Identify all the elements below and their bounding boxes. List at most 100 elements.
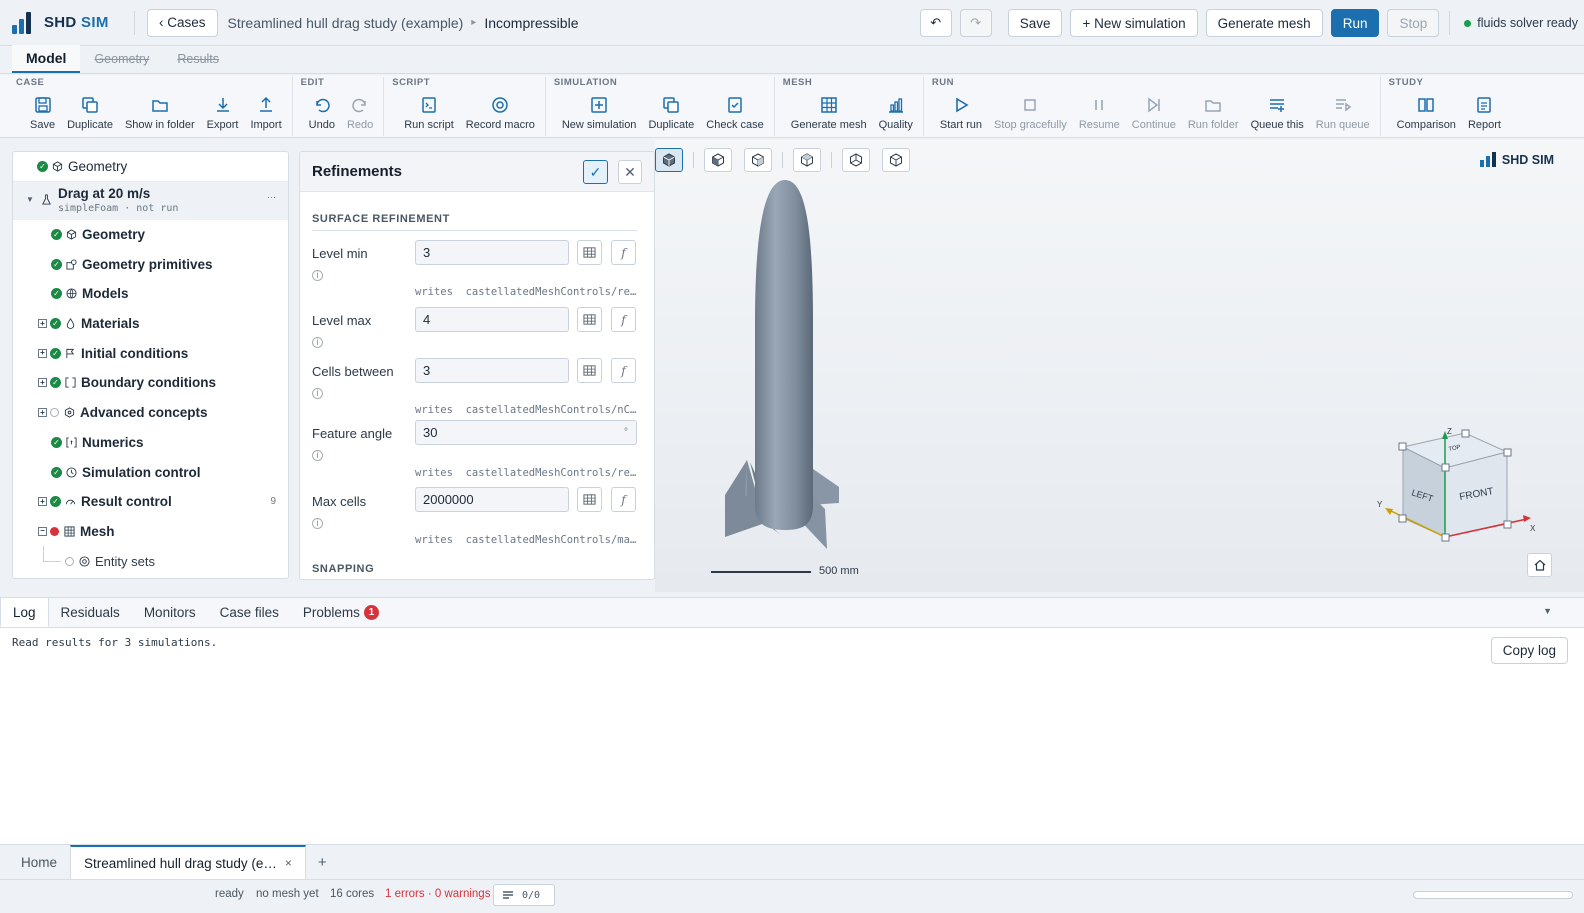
redo-button[interactable]: ↷	[959, 9, 992, 37]
undo-button[interactable]: ↶	[919, 9, 952, 37]
table-icon[interactable]	[577, 240, 602, 265]
feature-angle-input[interactable]: 30 °	[415, 420, 637, 445]
doc-tab-case[interactable]: Streamlined hull drag study (e… ×	[70, 845, 306, 879]
tab-case-files[interactable]: Case files	[208, 597, 291, 627]
stop-button[interactable]: Stop	[1387, 9, 1440, 37]
view-bottom-icon[interactable]	[842, 148, 870, 172]
navigation-cube[interactable]: LEFT FRONT TOP Z X Y	[1375, 425, 1540, 547]
table-icon[interactable]	[577, 358, 602, 383]
ribbon-stop-gracefully[interactable]: Stop gracefully	[988, 81, 1073, 136]
ribbon-redo[interactable]: Redo	[341, 81, 379, 136]
tree-item-entity-sets[interactable]: Entity sets	[13, 546, 288, 576]
tree-item-geometry-primitives[interactable]: ✓ Geometry primitives	[13, 249, 288, 279]
tree-item-simulation[interactable]: ▼ Drag at 20 m/s simpleFoam · not run ··…	[13, 181, 288, 220]
view-top-icon[interactable]	[793, 148, 821, 172]
formula-icon[interactable]: f	[611, 240, 636, 265]
level-min-input[interactable]: 3	[415, 240, 569, 265]
ribbon-comparison[interactable]: Comparison	[1391, 81, 1462, 136]
ribbon-start-run[interactable]: Start run	[934, 81, 988, 136]
max-cells-input[interactable]: 2000000	[415, 487, 569, 512]
tree-item-boundary-conditions[interactable]: + ✓ Boundary conditions	[13, 368, 288, 398]
tree-item-mesh[interactable]: − Mesh	[13, 517, 288, 547]
tree-item-models[interactable]: ✓ Models	[13, 279, 288, 309]
info-icon[interactable]: i	[312, 518, 323, 529]
apply-button[interactable]: ✓	[583, 160, 608, 184]
collapse-icon[interactable]: −	[38, 526, 47, 536]
view-side-icon[interactable]	[744, 148, 772, 172]
tab-geometry[interactable]: Geometry	[80, 45, 163, 73]
info-icon[interactable]: i	[312, 337, 323, 348]
tab-monitors[interactable]: Monitors	[132, 597, 208, 627]
tab-residuals[interactable]: Residuals	[49, 597, 132, 627]
formula-icon[interactable]: f	[611, 487, 636, 512]
status-problems[interactable]: 1 errors · 0 warnings	[385, 888, 490, 900]
expand-icon[interactable]: +	[38, 319, 47, 329]
view-wire-icon[interactable]	[882, 148, 910, 172]
run-button[interactable]: Run	[1330, 9, 1380, 37]
info-icon[interactable]: i	[312, 450, 323, 461]
ribbon-generate-mesh[interactable]: Generate mesh	[785, 81, 873, 136]
ribbon-quality[interactable]: Quality	[873, 81, 919, 136]
ribbon-import[interactable]: Import	[244, 81, 287, 136]
view-iso-icon[interactable]	[655, 148, 683, 172]
view-front-icon[interactable]	[704, 148, 732, 172]
tab-model[interactable]: Model	[12, 45, 81, 73]
hull-model[interactable]	[715, 175, 855, 555]
breadcrumb-case[interactable]: Streamlined hull drag study (example)	[228, 15, 464, 31]
home-view-icon[interactable]	[1527, 553, 1552, 577]
tree-item-numerics[interactable]: ✓ Numerics	[13, 428, 288, 458]
ribbon-show-in-folder[interactable]: Show in folder	[119, 81, 201, 136]
refinements-title: Refinements	[312, 163, 403, 180]
ribbon-continue[interactable]: Continue	[1126, 81, 1182, 136]
level-max-input[interactable]: 4	[415, 307, 569, 332]
ribbon-run-queue[interactable]: Run queue	[1310, 81, 1376, 136]
copy-log-button[interactable]: Copy log	[1490, 637, 1568, 664]
ribbon-undo[interactable]: Undo	[303, 81, 341, 136]
ribbon-queue-this[interactable]: Queue this	[1245, 81, 1310, 136]
expand-icon[interactable]: +	[38, 497, 47, 507]
ribbon-run-folder[interactable]: Run folder	[1182, 81, 1245, 136]
ribbon-run-script[interactable]: Run script	[398, 81, 460, 136]
tree-item-geometry-root[interactable]: ✓ Geometry	[13, 152, 288, 182]
tree-item-initial-conditions[interactable]: + ✓ Initial conditions	[13, 338, 288, 368]
new-simulation-button[interactable]: + New simulation	[1070, 9, 1198, 37]
generate-mesh-button[interactable]: Generate mesh	[1205, 9, 1323, 37]
formula-icon[interactable]: f	[611, 358, 636, 383]
ribbon-resume[interactable]: Resume	[1073, 81, 1126, 136]
formula-icon[interactable]: f	[611, 307, 636, 332]
3d-viewport[interactable]: SHD SIM LEFT FRONT TOP Z X Y 500 mm	[655, 140, 1584, 592]
ribbon-export[interactable]: Export	[201, 81, 245, 136]
info-icon[interactable]: i	[312, 388, 323, 399]
save-button[interactable]: Save	[1007, 9, 1063, 37]
tree-item-simulation-control[interactable]: ✓ Simulation control	[13, 457, 288, 487]
expand-icon[interactable]: +	[38, 348, 47, 358]
close-button[interactable]: ✕	[618, 160, 642, 184]
collapse-panel-icon[interactable]: ▼	[1543, 606, 1552, 616]
queue-indicator[interactable]: 0/0	[493, 884, 555, 906]
add-tab-icon[interactable]: +	[306, 845, 339, 879]
tab-results[interactable]: Results	[163, 45, 233, 73]
ribbon-new-simulation[interactable]: New simulation	[556, 81, 643, 136]
cases-button[interactable]: ‹ Cases	[147, 8, 218, 37]
tree-item-advanced-concepts[interactable]: + Advanced concepts	[13, 398, 288, 428]
more-menu-icon[interactable]: ···	[267, 192, 276, 202]
expand-icon[interactable]: +	[38, 408, 47, 418]
ribbon-duplicate[interactable]: Duplicate	[61, 81, 119, 136]
ribbon-record-macro[interactable]: Record macro	[460, 81, 541, 136]
close-tab-icon[interactable]: ×	[285, 856, 292, 870]
info-icon[interactable]: i	[312, 270, 323, 281]
cells-between-input[interactable]: 3	[415, 358, 569, 383]
table-icon[interactable]	[577, 307, 602, 332]
ribbon-duplicate-simulation[interactable]: Duplicate	[642, 81, 700, 136]
ribbon-save[interactable]: Save	[24, 81, 61, 136]
ribbon-check-case[interactable]: Check case	[700, 81, 769, 136]
table-icon[interactable]	[577, 487, 602, 512]
ribbon-report[interactable]: Report	[1462, 81, 1507, 136]
tree-item-materials[interactable]: + ✓ Materials	[13, 309, 288, 339]
expand-icon[interactable]: +	[38, 378, 47, 388]
tab-log[interactable]: Log	[0, 597, 49, 627]
tree-item-geometry[interactable]: ✓ Geometry	[13, 220, 288, 250]
tree-item-result-control[interactable]: + ✓ Result control 9	[13, 487, 288, 517]
doc-tab-home[interactable]: Home	[8, 845, 70, 879]
tab-problems[interactable]: Problems 1	[291, 597, 391, 627]
